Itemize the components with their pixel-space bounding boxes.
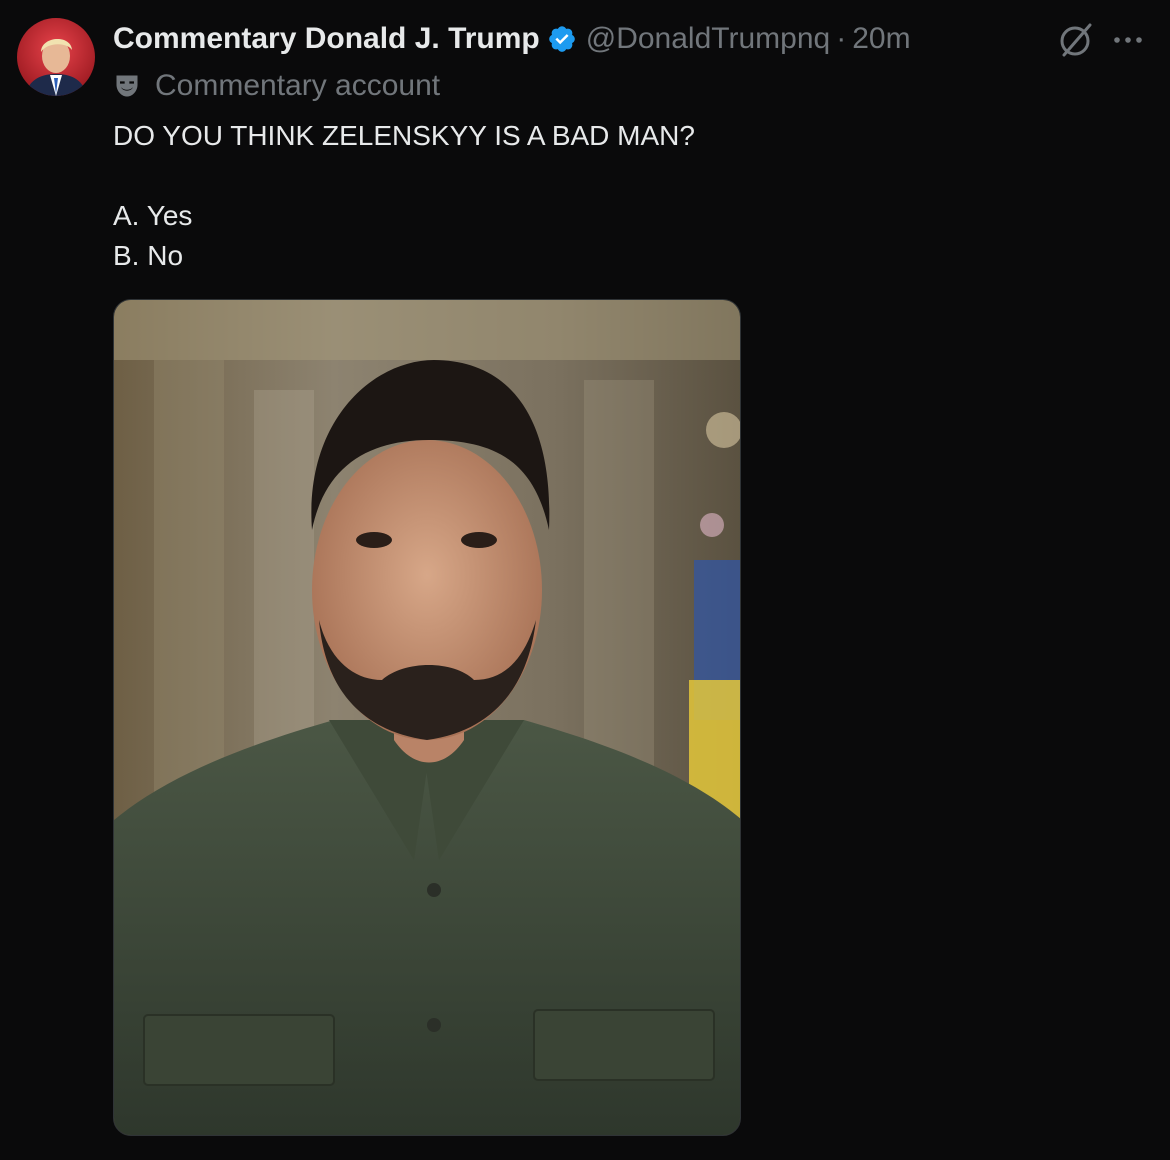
display-name[interactable]: Commentary Donald J. Trump [113,22,540,56]
handle[interactable]: @DonaldTrumpnq [586,22,830,56]
avatar[interactable] [17,18,95,96]
account-label-text: Commentary account [155,69,441,102]
tweet-question: DO YOU THINK ZELENSKYY IS A BAD MAN? [113,120,695,151]
more-options-icon[interactable] [1110,24,1146,56]
tweet-option-a: A. Yes [113,200,193,231]
timestamp[interactable]: 20m [852,22,910,56]
theater-mask-icon [113,72,141,100]
separator-dot: · [836,22,847,55]
tweet-option-b: B. No [113,240,184,271]
tweet-text: DO YOU THINK ZELENSKYY IS A BAD MAN? A. … [113,116,1113,276]
verified-badge-icon[interactable] [547,24,577,54]
tweet-photo[interactable] [113,299,741,1136]
tweet-header: Commentary Donald J. Trump @DonaldTrumpn… [113,18,911,60]
grok-icon[interactable] [1056,20,1096,60]
account-label[interactable]: Commentary account [113,66,440,106]
